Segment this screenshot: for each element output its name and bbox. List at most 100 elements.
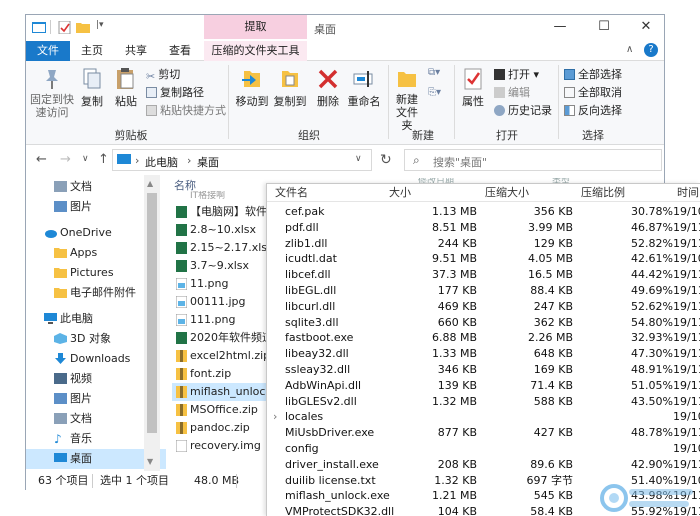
close-icon[interactable]: ✕ xyxy=(636,19,656,35)
status-size: 48.0 MB xyxy=(194,474,240,487)
open-button[interactable]: 打开 ▾ xyxy=(494,67,539,83)
search-icon: ⌕ xyxy=(413,153,420,167)
breadcrumb-desktop[interactable]: 桌面 xyxy=(197,154,219,170)
delete-button[interactable]: 删除 xyxy=(314,67,342,109)
copy-button[interactable]: 复制 xyxy=(76,67,108,109)
generic-file-icon xyxy=(176,440,187,452)
recent-dropdown-icon[interactable]: ∨ xyxy=(82,154,89,164)
invert-selection-button[interactable]: 反向选择 xyxy=(564,103,622,119)
ribbon-separator xyxy=(388,65,389,139)
archive-cell-name: config xyxy=(285,442,319,455)
archive-row[interactable]: ssleay32.dll346 KB169 KB48.91%19/11/ xyxy=(267,362,700,378)
col-time[interactable]: 时间 xyxy=(677,184,699,202)
archive-row[interactable]: pdf.dll8.51 MB3.99 MB46.87%19/11/ xyxy=(267,220,700,236)
archive-cell-size: 346 KB xyxy=(437,363,477,376)
history-icon xyxy=(494,105,505,116)
copy-path-button[interactable]: 复制路径 xyxy=(146,85,204,101)
properties-check-icon[interactable] xyxy=(58,21,72,34)
archive-row[interactable]: driver_install.exe 208 KB 89.6 KB 42.90% 19/… xyxy=(267,457,700,473)
computer-icon xyxy=(44,313,57,324)
archive-row[interactable]: libGLESv2.dll1.32 MB588 KB43.50%19/11/ xyxy=(267,394,700,410)
archive-cell-time: 19/11/ xyxy=(673,236,700,250)
paste-shortcut-icon xyxy=(146,105,157,116)
col-ratio[interactable]: 压缩比例 xyxy=(581,184,625,202)
address-dropdown-icon[interactable]: ∨ xyxy=(355,154,362,164)
tab-home[interactable]: 主页 xyxy=(74,41,110,61)
archive-cell-csize: 247 KB xyxy=(533,299,573,313)
easy-access-icon[interactable]: ⎘▾ xyxy=(428,87,441,98)
breadcrumb-this-pc[interactable]: 此电脑 xyxy=(145,154,178,170)
archive-row[interactable]: fastboot.exe6.88 MB2.26 MB32.93%19/11/ xyxy=(267,330,700,346)
qa-dropdown-icon[interactable]: |▾ xyxy=(96,20,104,30)
paste-shortcut-button[interactable]: 粘贴快捷方式 xyxy=(146,103,226,119)
pictures-icon xyxy=(54,393,67,404)
collapse-ribbon-icon[interactable]: ∧ xyxy=(626,44,633,55)
ribbon-tabs: 文件 主页 共享 查看 压缩的文件夹工具 ∧ ? xyxy=(26,41,664,61)
archive-row[interactable]: › locales 19/10/ xyxy=(267,409,700,425)
archive-row[interactable]: icudtl.dat9.51 MB4.05 MB42.61%19/10/ xyxy=(267,251,700,267)
archive-row[interactable]: sqlite3.dll660 KB362 KB54.80%19/11/ xyxy=(267,315,700,331)
archive-row[interactable]: libcurl.dll469 KB247 KB52.62%19/11/ xyxy=(267,299,700,315)
search-input[interactable]: ⌕ 搜索"桌面" xyxy=(404,149,662,171)
folder-icon xyxy=(54,268,67,278)
select-none-icon xyxy=(564,87,575,98)
scroll-down-icon[interactable]: ▼ xyxy=(147,457,153,466)
properties-button[interactable]: 属性 xyxy=(458,67,488,109)
archive-row[interactable]: libeay32.dll1.33 MB648 KB47.30%19/11/ xyxy=(267,346,700,362)
tab-compressed-folder-tools[interactable]: 压缩的文件夹工具 xyxy=(204,41,307,61)
archive-row[interactable]: libcef.dll37.3 MB16.5 MB44.42%19/11/ xyxy=(267,267,700,283)
minimize-icon[interactable]: — xyxy=(550,19,570,35)
tab-view[interactable]: 查看 xyxy=(162,41,198,61)
rename-button[interactable]: 重命名 xyxy=(344,67,384,109)
tab-share[interactable]: 共享 xyxy=(118,41,154,61)
col-size[interactable]: 大小 xyxy=(389,184,411,202)
breadcrumb-chevron-icon: › xyxy=(187,154,192,167)
address-bar[interactable]: › 此电脑 › 桌面 ∨ xyxy=(112,149,372,171)
maximize-icon[interactable]: ☐ xyxy=(594,19,614,35)
archive-row[interactable]: config 19/10/ xyxy=(267,441,700,457)
archive-cell-csize: 88.4 KB xyxy=(530,284,573,297)
excel-file-icon xyxy=(176,224,187,236)
tab-file[interactable]: 文件 xyxy=(26,41,70,61)
new-folder-qa-icon[interactable] xyxy=(76,21,90,34)
col-compressed-size[interactable]: 压缩大小 xyxy=(485,184,529,202)
zip-file-icon xyxy=(176,404,187,416)
paste-button[interactable]: 粘贴 xyxy=(110,67,142,109)
archive-cell-csize: 362 KB xyxy=(533,315,573,329)
refresh-icon[interactable]: ↻ xyxy=(380,152,392,168)
archive-row[interactable]: cef.pak1.13 MB356 KB30.78%19/10/ xyxy=(267,204,700,220)
help-icon[interactable]: ? xyxy=(644,43,658,57)
scroll-thumb[interactable] xyxy=(147,193,157,433)
archive-cell-ratio: 52.62% xyxy=(631,299,673,313)
edit-button[interactable]: 编辑 xyxy=(494,85,530,101)
archive-row[interactable]: AdbWinApi.dll139 KB71.4 KB51.05%19/11/ xyxy=(267,378,700,394)
delete-label: 删除 xyxy=(317,95,339,108)
new-item-icon[interactable]: ⧉▾ xyxy=(428,67,440,78)
col-filename[interactable]: 文件名 xyxy=(275,184,308,202)
expand-chevron-icon[interactable]: › xyxy=(273,409,277,425)
excel-file-icon xyxy=(176,332,187,344)
excel-file-icon xyxy=(176,206,187,218)
nav-scrollbar[interactable]: ▲ ▼ xyxy=(144,175,160,471)
back-arrow-icon[interactable]: ← xyxy=(36,152,47,167)
new-group-label: 新建 xyxy=(412,129,434,142)
window-title: 桌面 xyxy=(314,23,336,36)
ribbon-separator xyxy=(454,65,455,139)
new-folder-button[interactable]: 新建文件夹 xyxy=(390,67,424,132)
copy-to-button[interactable]: 复制到 xyxy=(272,67,308,109)
history-button[interactable]: 历史记录 xyxy=(494,103,552,119)
scroll-up-icon[interactable]: ▲ xyxy=(147,179,153,188)
cut-button[interactable]: ✂ 剪切 xyxy=(146,67,180,83)
pin-quick-access-button[interactable]: 固定到快速访问 xyxy=(30,67,74,119)
archive-row[interactable]: zlib1.dll244 KB129 KB52.82%19/11/ xyxy=(267,236,700,252)
up-arrow-icon[interactable]: ↑ xyxy=(98,152,109,167)
select-all-button[interactable]: 全部选择 xyxy=(564,67,622,83)
archive-row[interactable]: MiUsbDriver.exe877 KB427 KB48.78%19/11/ xyxy=(267,425,700,441)
forward-arrow-icon[interactable]: → xyxy=(60,152,71,167)
select-all-icon xyxy=(564,69,575,80)
move-to-button[interactable]: 移动到 xyxy=(234,67,270,109)
select-none-button[interactable]: 全部取消 xyxy=(564,85,622,101)
image-file-icon xyxy=(176,314,187,326)
image-file-icon xyxy=(176,278,187,290)
archive-row[interactable]: libEGL.dll177 KB88.4 KB49.69%19/11/ xyxy=(267,283,700,299)
